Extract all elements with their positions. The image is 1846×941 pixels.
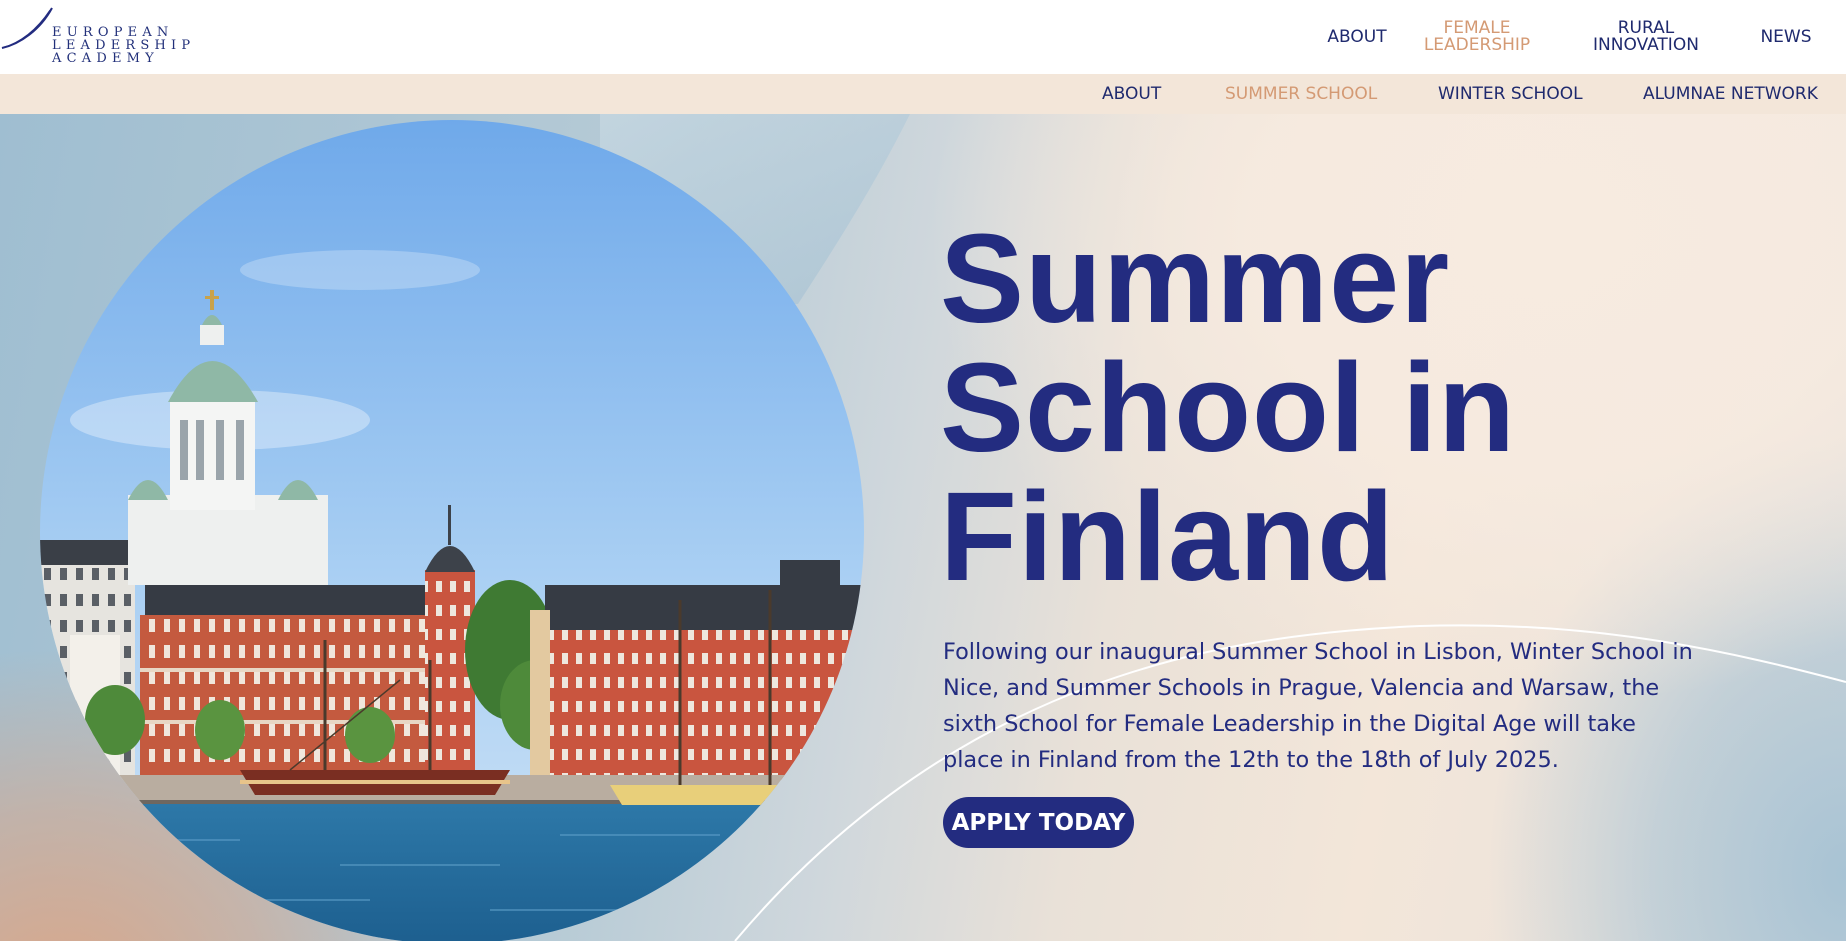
hero-description: Following our inaugural Summer School in… bbox=[943, 639, 1693, 773]
logo-wordmark: EUROPEAN LEADERSHIP ACADEMY bbox=[52, 26, 195, 65]
sub-nav-alumnae-network[interactable]: ALUMNAE NETWORK bbox=[1643, 74, 1818, 114]
main-nav-news[interactable]: NEWS bbox=[1746, 0, 1826, 74]
sub-nav-about-label: ABOUT bbox=[1102, 84, 1162, 104]
sub-nav-winter-school[interactable]: WINTER SCHOOL bbox=[1438, 74, 1583, 114]
main-nav-rural-innovation-label-2: INNOVATION bbox=[1593, 35, 1699, 55]
sub-nav-about[interactable]: ABOUT bbox=[1102, 74, 1161, 114]
main-nav-rural-innovation[interactable]: RURAL INNOVATION bbox=[1586, 0, 1706, 74]
helsinki-photo-illustration bbox=[40, 120, 864, 941]
hero-title-line-2: School in bbox=[940, 337, 1516, 478]
sub-nav: ABOUT SUMMER SCHOOL WINTER SCHOOL ALUMNA… bbox=[0, 74, 1846, 114]
logo-line-3: ACADEMY bbox=[52, 51, 159, 66]
hero-title-line-1: Summer bbox=[940, 208, 1451, 349]
hero-title-line-3: Finland bbox=[940, 466, 1395, 607]
helsinki-cathedral-harbor-photo bbox=[40, 120, 864, 941]
sub-nav-summer-school-label: SUMMER SCHOOL bbox=[1225, 84, 1378, 104]
apply-today-button[interactable]: APPLY TODAY bbox=[943, 797, 1134, 848]
academy-logo[interactable]: EUROPEAN LEADERSHIP ACADEMY bbox=[0, 6, 200, 70]
main-nav-about-label: ABOUT bbox=[1327, 26, 1387, 47]
main-nav-about[interactable]: ABOUT bbox=[1302, 0, 1412, 74]
sub-nav-summer-school[interactable]: SUMMER SCHOOL bbox=[1225, 74, 1377, 114]
logo-swoosh-icon bbox=[1, 7, 53, 49]
sub-nav-alumnae-network-label: ALUMNAE NETWORK bbox=[1643, 84, 1818, 104]
main-nav-female-leadership[interactable]: FEMALE LEADERSHIP bbox=[1417, 0, 1537, 74]
site-header: EUROPEAN LEADERSHIP ACADEMY ABOUT FEMALE… bbox=[0, 0, 1846, 74]
main-nav-female-leadership-label-2: LEADERSHIP bbox=[1423, 35, 1531, 55]
sub-nav-winter-school-label: WINTER SCHOOL bbox=[1438, 84, 1583, 104]
hero-title: Summer School in Finland bbox=[940, 214, 1700, 601]
hero-section: Summer School in Finland Following our i… bbox=[0, 114, 1846, 941]
main-nav-news-label: NEWS bbox=[1760, 26, 1812, 47]
